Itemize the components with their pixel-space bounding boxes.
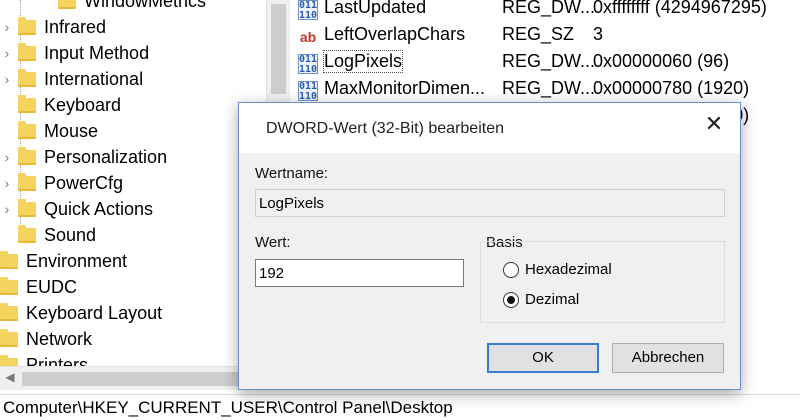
string-value-icon: ab — [299, 29, 317, 45]
binary-value-icon: 011110 — [298, 54, 318, 75]
value-name: LogPixels — [322, 50, 404, 73]
tree-item-label: Printers — [26, 354, 89, 367]
edit-dword-dialog: DWORD-Wert (32-Bit) bearbeiten ✕ Wertnam… — [238, 102, 741, 390]
tree-item-label: Infrared — [44, 16, 107, 37]
folder-icon — [18, 224, 36, 243]
value-row[interactable]: ab LeftOverlapChars REG_SZ 3 — [290, 24, 800, 50]
tree-item-eudc[interactable]: ›EUDC — [0, 275, 77, 299]
scroll-left-arrow-icon[interactable]: ◀ — [2, 370, 18, 384]
tree-item-environment[interactable]: ›Environment — [0, 249, 127, 273]
tree-item-label: Environment — [26, 250, 128, 271]
radio-decimal-circle[interactable] — [503, 291, 519, 308]
folder-icon — [58, 0, 76, 9]
tree-item-label: Quick Actions — [44, 198, 154, 219]
value-name-label: Wertname: — [255, 165, 329, 182]
tree-item-sound[interactable]: ›Sound — [0, 223, 96, 247]
folder-icon — [0, 276, 18, 295]
dialog-title: DWORD-Wert (32-Bit) bearbeiten — [266, 120, 504, 137]
tree-item-label: EUDC — [26, 276, 78, 297]
radio-decimal[interactable]: Dezimal — [503, 291, 579, 308]
tree-item-input-method[interactable]: › Input Method — [0, 41, 149, 65]
value-name-field: LogPixels — [255, 189, 725, 217]
value-data: 3 — [593, 24, 604, 44]
cancel-button[interactable]: Abbrechen — [612, 343, 724, 373]
tree-item-printers[interactable]: ›Printers — [0, 353, 88, 366]
folder-icon — [0, 328, 18, 347]
chevron-right-icon[interactable]: › — [0, 45, 14, 61]
folder-icon — [18, 68, 36, 87]
dialog-titlebar[interactable]: DWORD-Wert (32-Bit) bearbeiten ✕ — [239, 103, 740, 153]
tree-item-keyboard-layout[interactable]: ›Keyboard Layout — [0, 301, 162, 325]
status-bar-path: Computer\HKEY_CURRENT_USER\Control Panel… — [0, 394, 800, 420]
value-data: 0x00000780 (1920) — [593, 78, 750, 98]
radio-hexadecimal[interactable]: Hexadezimal — [503, 261, 612, 278]
value-type: REG_SZ — [502, 24, 575, 44]
tree-item-label: International — [44, 68, 144, 89]
radio-hexadecimal-circle[interactable] — [503, 261, 519, 278]
folder-icon — [18, 42, 36, 61]
tree-item-label: Keyboard — [44, 94, 122, 115]
radio-hexadecimal-label: Hexadezimal — [525, 261, 612, 278]
tree-item-label: Keyboard Layout — [26, 302, 163, 323]
tree-item-network[interactable]: ›Network — [0, 327, 92, 351]
value-data-input[interactable]: 192 — [255, 259, 464, 287]
tree-item-label: Mouse — [44, 120, 99, 141]
value-type: REG_DW... — [502, 78, 596, 98]
binary-value-icon: 011110 — [298, 0, 318, 21]
folder-icon — [18, 16, 36, 35]
value-row[interactable]: 011 110 LogPixels REG_DW... 0x00000060 (96) — [290, 50, 800, 77]
value-row[interactable]: 011 110 MaxMonitorDimen... REG_DW... 0x00000… — [290, 78, 800, 104]
tree-item-mouse[interactable]: ›Mouse — [0, 119, 98, 143]
ok-button[interactable]: OK — [487, 343, 599, 373]
chevron-right-icon[interactable]: › — [0, 201, 14, 217]
value-name: MaxMonitorDimen... — [324, 78, 486, 98]
folder-icon — [0, 302, 18, 321]
chevron-right-icon[interactable]: › — [0, 71, 14, 87]
folder-icon — [0, 354, 18, 366]
folder-icon — [0, 250, 18, 269]
tree-vertical-scroll-thumb[interactable] — [271, 4, 286, 94]
value-row[interactable]: 011 110 LastUpdated REG_DW... 0xffffffff (42… — [290, 0, 800, 23]
tree-item-label: WindowMetrics — [84, 0, 207, 11]
binary-value-icon: 011110 — [298, 81, 318, 102]
tree-item-label: Personalization — [44, 146, 168, 167]
chevron-right-icon[interactable]: › — [0, 175, 14, 191]
tree-item-label: Network — [26, 328, 93, 349]
tree-item-label: PowerCfg — [44, 172, 124, 193]
folder-icon — [18, 172, 36, 191]
tree-item-windowmetrics[interactable]: ›WindowMetrics — [40, 0, 206, 13]
folder-icon — [18, 94, 36, 113]
tree-item-powercfg[interactable]: › PowerCfg — [0, 171, 123, 195]
tree-item-infrared[interactable]: › Infrared — [0, 15, 106, 39]
value-type: REG_DW... — [502, 51, 596, 71]
tree-item-international[interactable]: › International — [0, 67, 143, 91]
value-data-label: Wert: — [255, 234, 291, 251]
tree-item-label: Sound — [44, 224, 97, 245]
radio-decimal-label: Dezimal — [525, 291, 580, 308]
tree-item-keyboard[interactable]: ›Keyboard — [0, 93, 121, 117]
chevron-right-icon[interactable]: › — [0, 19, 14, 35]
registry-tree[interactable]: ›WindowMetrics›Infrared›Input Method›Int… — [0, 0, 266, 366]
folder-icon — [18, 120, 36, 139]
close-icon[interactable]: ✕ — [696, 109, 732, 139]
chevron-right-icon[interactable]: › — [0, 149, 14, 165]
value-name: LastUpdated — [324, 0, 427, 17]
folder-icon — [18, 198, 36, 217]
base-group — [480, 241, 725, 323]
tree-horizontal-scroll-thumb[interactable] — [22, 372, 240, 386]
folder-icon — [18, 146, 36, 165]
value-data: 0x00000060 (96) — [593, 51, 730, 71]
tree-item-quick-actions[interactable]: › Quick Actions — [0, 197, 153, 221]
tree-item-label: Input Method — [44, 42, 150, 63]
tree-item-personalization[interactable]: › Personalization — [0, 145, 167, 169]
value-name: LeftOverlapChars — [324, 24, 466, 44]
value-data: 0xffffffff (4294967295) — [593, 0, 767, 17]
value-type: REG_DW... — [502, 0, 596, 17]
